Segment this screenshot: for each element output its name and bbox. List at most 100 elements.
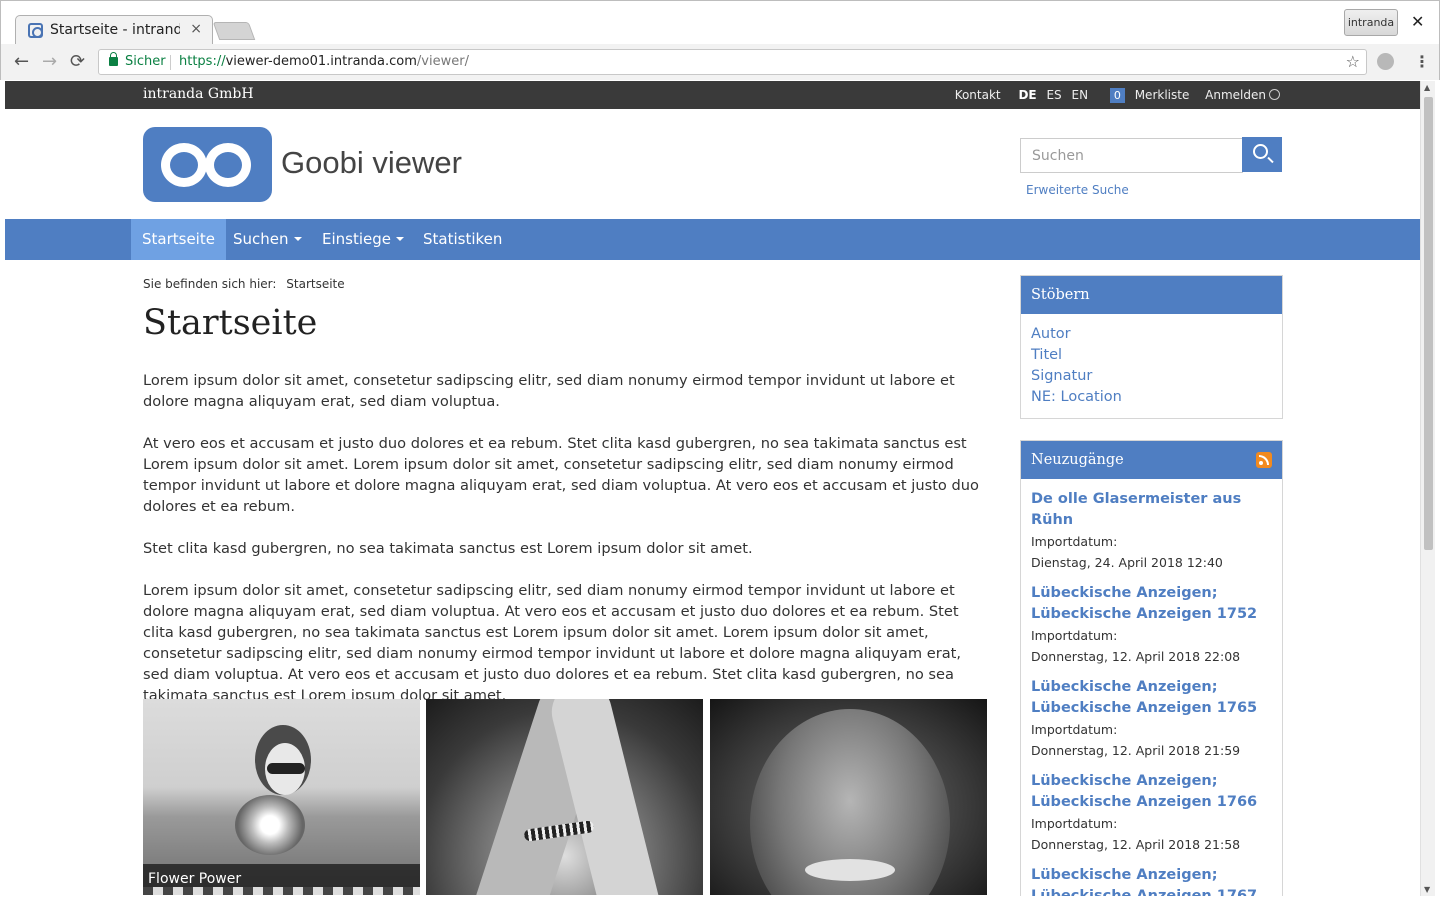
browser-tab-strip: Startseite - intranda × intranda ✕ [0,0,1440,45]
nav-label: Statistiken [423,230,503,248]
browse-link-titel[interactable]: Titel [1031,345,1272,366]
logo[interactable] [143,127,272,202]
url-path: /viewer/ [416,54,469,69]
record-title-link[interactable]: Lübeckische Anzeigen; Lübeckische Anzeig… [1031,771,1272,813]
nav-startseite[interactable]: Startseite [131,219,226,260]
list-item: Lübeckische Anzeigen; Lübeckische Anzeig… [1031,677,1272,761]
photo-sunglasses [267,763,305,774]
lang-en[interactable]: EN [1071,88,1088,102]
login-link[interactable]: Anmelden [1205,88,1266,102]
address-bar[interactable]: Sicher https://viewer-demo01.intranda.co… [98,49,1367,75]
page-viewport: intranda GmbH Kontakt DE ES EN 0 Merklis… [5,81,1420,896]
gallery-next-row [143,887,420,895]
lang-es[interactable]: ES [1046,88,1061,102]
paragraph: Lorem ipsum dolor sit amet, consetetur s… [143,582,962,704]
main-nav: Startseite Suchen Einstiege Statistiken [5,219,1420,260]
search-input[interactable] [1020,138,1243,173]
breadcrumb-prefix: Sie befinden sich hier: [143,277,277,291]
import-date: Donnerstag, 12. April 2018 22:08 [1031,649,1241,664]
site-header: Goobi viewer Erweiterte Suche [5,109,1420,219]
profile-button[interactable]: intranda [1344,9,1398,36]
browse-link-autor[interactable]: Autor [1031,324,1272,345]
photo-flowers [235,795,305,855]
nav-statistiken[interactable]: Statistiken [412,219,513,260]
newest-widget-header: Neuzugänge [1021,441,1282,479]
window-close-icon[interactable]: ✕ [1411,12,1424,31]
url-text: https://viewer-demo01.intranda.com/viewe… [179,54,469,69]
favicon-icon [28,23,43,38]
org-name[interactable]: intranda GmbH [143,86,254,102]
import-date: Donnerstag, 12. April 2018 21:59 [1031,743,1241,758]
rss-icon[interactable] [1256,452,1272,468]
scroll-down-icon[interactable]: ▼ [1424,885,1430,894]
contact-link[interactable]: Kontakt [955,88,1001,102]
nav-label: Einstiege [322,230,391,248]
lock-icon [109,52,118,66]
newest-widget: Neuzugänge De olle Glasermeister aus Rüh… [1020,440,1283,896]
import-label: Importdatum: [1031,722,1118,737]
record-title-link[interactable]: Lübeckische Anzeigen; Lübeckische Anzeig… [1031,865,1272,896]
import-date: Donnerstag, 12. April 2018 21:58 [1031,837,1241,852]
tab-title: Startseite - intranda [50,22,180,38]
gallery-tile-old-man[interactable] [710,699,987,895]
list-item: Lübeckische Anzeigen; Lübeckische Anzeig… [1031,771,1272,855]
record-title-link[interactable]: Lübeckische Anzeigen; Lübeckische Anzeig… [1031,677,1272,719]
newest-list: De olle Glasermeister aus Rühn Importdat… [1021,479,1282,896]
page-scrollbar[interactable]: ▲ ▼ [1420,81,1435,896]
scroll-up-icon[interactable]: ▲ [1424,83,1430,92]
bookmark-star-icon[interactable]: ☆ [1346,52,1360,71]
caret-down-icon [293,237,302,241]
lang-de[interactable]: DE [1018,88,1036,102]
back-icon[interactable]: ← [14,51,29,72]
logo-loop-left [161,143,207,187]
browse-widget: Stöbern Autor Titel Signatur NE: Locatio… [1020,275,1283,419]
browse-link-location[interactable]: NE: Location [1031,387,1272,408]
new-tab-button[interactable] [212,22,256,40]
record-title-link[interactable]: De olle Glasermeister aus Rühn [1031,489,1272,531]
browse-widget-title: Stöbern [1021,276,1282,314]
search-icon [1253,144,1268,159]
list-item: De olle Glasermeister aus Rühn Importdat… [1031,489,1272,573]
user-icon[interactable] [1269,89,1280,100]
url-host: viewer-demo01.intranda.com [225,54,417,69]
photo-moustache [805,859,895,881]
url-scheme: https:// [179,54,226,69]
scrollbar-thumb[interactable] [1424,97,1433,550]
import-label: Importdatum: [1031,628,1118,643]
newest-widget-title: Neuzugänge [1031,452,1124,468]
browser-toolbar: ← → ⟳ Sicher https://viewer-demo01.intra… [0,44,1440,80]
breadcrumb-current[interactable]: Startseite [286,277,344,291]
record-title-link[interactable]: Lübeckische Anzeigen; Lübeckische Anzeig… [1031,583,1272,625]
top-links: Kontakt DE ES EN 0 Merkliste Anmelden [949,88,1280,103]
page-content: Lorem ipsum dolor sit amet, consetetur s… [143,370,988,727]
nav-einstiege[interactable]: Einstiege [311,219,415,260]
omnibox-divider [170,55,171,70]
tab-close-icon[interactable]: × [190,21,202,37]
gallery-tile-flower-power[interactable]: Flower Power [143,699,420,895]
browse-list: Autor Titel Signatur NE: Location [1021,314,1282,418]
list-item: Lübeckische Anzeigen; Lübeckische Anzeig… [1031,583,1272,667]
site-title[interactable]: Goobi viewer [281,145,462,181]
browse-link-signatur[interactable]: Signatur [1031,366,1272,387]
watchlist-link[interactable]: Merkliste [1135,88,1190,102]
browser-menu-icon[interactable]: ⋮ [1414,52,1430,71]
advanced-search-link[interactable]: Erweiterte Suche [1026,183,1129,197]
list-item: Lübeckische Anzeigen; Lübeckische Anzeig… [1031,865,1272,896]
paragraph: At vero eos et accusam et justo duo dolo… [143,435,979,515]
image-gallery: Flower Power [143,699,988,896]
watchlist-count-badge: 0 [1109,88,1125,103]
secure-label: Sicher [125,54,166,69]
gallery-tile-hands[interactable] [426,699,703,895]
nav-suchen[interactable]: Suchen [222,219,313,260]
browser-tab[interactable]: Startseite - intranda × [15,15,213,45]
extension-icon[interactable] [1377,53,1394,70]
import-label: Importdatum: [1031,534,1118,549]
caret-down-icon [396,237,404,241]
reload-icon[interactable]: ⟳ [70,51,85,72]
import-label: Importdatum: [1031,816,1118,831]
top-bar: intranda GmbH Kontakt DE ES EN 0 Merklis… [5,81,1420,109]
forward-icon[interactable]: → [42,51,57,72]
logo-loop-right [205,143,251,187]
page-title: Startseite [143,303,318,343]
search-button[interactable] [1242,137,1282,172]
